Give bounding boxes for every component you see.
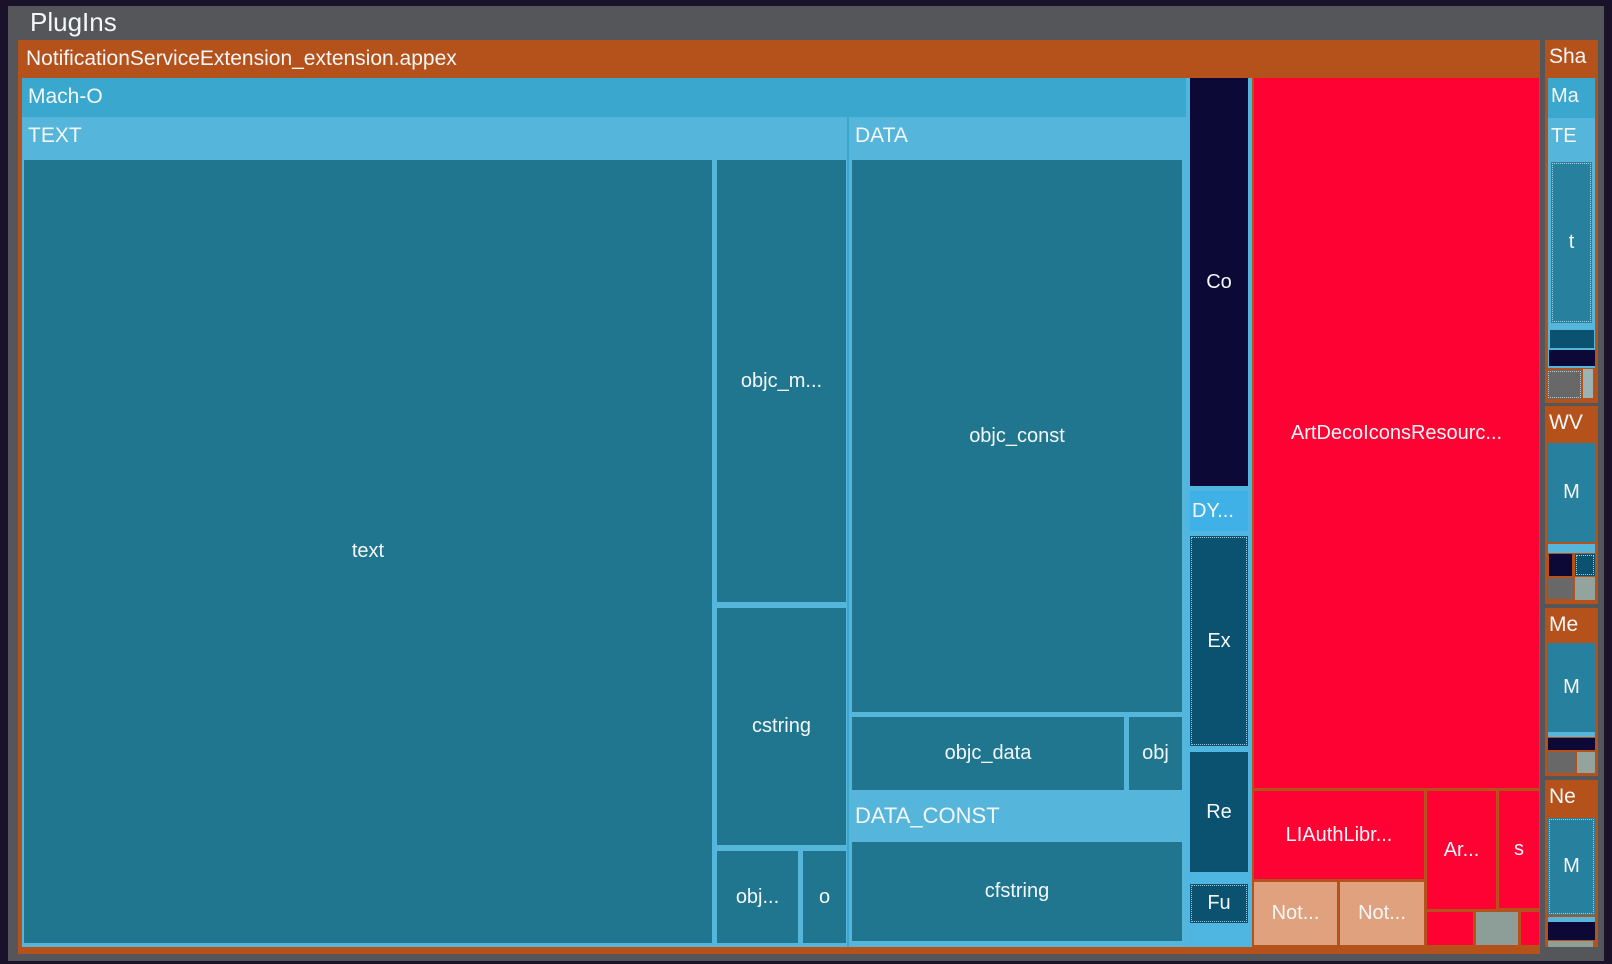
node-red-resource-b[interactable] bbox=[1521, 912, 1539, 945]
node-label-wv-macho: M bbox=[1563, 481, 1580, 504]
node-wv-dark-teal[interactable] bbox=[1575, 554, 1595, 576]
node-label-ne-macho: M bbox=[1563, 855, 1580, 878]
node-sha-dark-teal[interactable] bbox=[1550, 330, 1594, 348]
node-s-resource[interactable]: s bbox=[1499, 791, 1539, 908]
node-label-cfstring: cfstring bbox=[985, 880, 1049, 903]
node-dyld-info[interactable]: DY... bbox=[1190, 491, 1248, 531]
node-not-resource-1[interactable]: Not... bbox=[1254, 882, 1337, 945]
node-export-info[interactable]: Ex bbox=[1190, 536, 1248, 746]
node-sha-text-section[interactable]: t bbox=[1551, 162, 1592, 323]
node-text-section[interactable]: text bbox=[24, 160, 712, 943]
node-label-wv-appex: WV bbox=[1549, 411, 1583, 435]
node-label-objc-other: obj... bbox=[736, 886, 779, 909]
node-me-green[interactable] bbox=[1577, 752, 1595, 773]
node-me-macho[interactable]: M bbox=[1548, 643, 1595, 732]
node-artdeco-icons-resource[interactable]: ArtDecoIconsResourc... bbox=[1254, 78, 1539, 788]
node-wv-blue-strip[interactable] bbox=[1548, 544, 1595, 553]
node-me-gray[interactable] bbox=[1548, 752, 1575, 773]
node-label-text-section: text bbox=[352, 540, 384, 563]
node-label-macho: Mach-O bbox=[28, 85, 103, 109]
node-label-cstring: cstring bbox=[752, 715, 811, 738]
node-cfstring[interactable]: cfstring bbox=[852, 842, 1182, 941]
node-label-objc-const: objc_const bbox=[969, 425, 1065, 448]
node-ne-navy[interactable] bbox=[1548, 922, 1595, 940]
node-label-ar-resource: Ar... bbox=[1444, 839, 1480, 862]
node-label-not-resource-1: Not... bbox=[1272, 902, 1320, 925]
node-label-me-macho: M bbox=[1563, 676, 1580, 699]
node-wv-navy[interactable] bbox=[1549, 554, 1572, 576]
node-label-objc-data: objc_data bbox=[945, 742, 1032, 765]
node-label-o-section: o bbox=[819, 886, 830, 909]
node-label-me-appex: Me bbox=[1549, 613, 1578, 637]
node-label-data-segment: DATA bbox=[855, 124, 908, 148]
node-label-export-info: Ex bbox=[1207, 630, 1230, 653]
node-ne-macho[interactable]: M bbox=[1548, 818, 1595, 915]
node-not-resource-2[interactable]: Not... bbox=[1340, 882, 1424, 945]
treemap-canvas: PlugIns NotificationServiceExtension_exte… bbox=[0, 0, 1612, 964]
node-label-sha-text-section: t bbox=[1569, 231, 1575, 254]
node-rebase-info[interactable]: Re bbox=[1190, 752, 1248, 872]
node-me-blue-strip[interactable] bbox=[1548, 732, 1595, 737]
node-label-dyld-info: DY... bbox=[1190, 500, 1234, 523]
node-wv-green[interactable] bbox=[1575, 577, 1595, 600]
node-ne-green[interactable] bbox=[1548, 941, 1593, 947]
node-me-navy[interactable] bbox=[1548, 738, 1595, 750]
node-label-code-signature: Co bbox=[1206, 271, 1232, 294]
node-label-sha-text-segment: TE bbox=[1551, 125, 1577, 148]
node-label-function-starts: Fu bbox=[1207, 892, 1230, 915]
node-red-resource-a[interactable] bbox=[1427, 912, 1473, 945]
node-objc-other[interactable]: obj... bbox=[717, 851, 798, 943]
node-wv-macho[interactable]: M bbox=[1548, 443, 1595, 542]
node-function-starts[interactable]: Fu bbox=[1190, 884, 1248, 923]
node-liauth-library[interactable]: LIAuthLibr... bbox=[1254, 791, 1424, 879]
node-label-sha-macho: Ma bbox=[1551, 85, 1579, 108]
node-gray-resource-a[interactable] bbox=[1476, 912, 1518, 945]
node-label-appex: NotificationServiceExtension_extension.a… bbox=[26, 47, 457, 71]
node-label-ne-appex: Ne bbox=[1549, 785, 1576, 809]
node-label-plugins: PlugIns bbox=[30, 8, 117, 38]
node-label-obj-small: obj bbox=[1142, 742, 1169, 765]
node-wv-gray[interactable] bbox=[1548, 578, 1573, 599]
node-o-section[interactable]: o bbox=[803, 851, 846, 943]
node-label-rebase-info: Re bbox=[1206, 801, 1232, 824]
node-label-text-segment: TEXT bbox=[28, 124, 82, 148]
node-objc-data[interactable]: objc_data bbox=[852, 717, 1124, 790]
node-obj-small[interactable]: obj bbox=[1129, 717, 1182, 790]
node-label-objc-methname: objc_m... bbox=[741, 370, 822, 393]
node-sha-macho[interactable]: Ma bbox=[1548, 78, 1595, 118]
node-label-artdeco-icons-resource: ArtDecoIconsResourc... bbox=[1291, 422, 1502, 445]
node-objc-const[interactable]: objc_const bbox=[852, 160, 1182, 712]
node-label-liauth-library: LIAuthLibr... bbox=[1286, 824, 1393, 847]
node-cstring[interactable]: cstring bbox=[717, 608, 846, 845]
node-sha-accent[interactable] bbox=[1583, 369, 1593, 398]
node-label-not-resource-2: Not... bbox=[1358, 902, 1406, 925]
node-label-s-resource: s bbox=[1514, 838, 1524, 861]
node-label-sha-appex: Sha bbox=[1549, 45, 1586, 69]
node-label-data-const-segment: DATA_CONST bbox=[855, 803, 1000, 828]
node-objc-methname[interactable]: objc_m... bbox=[717, 160, 846, 602]
node-ar-resource[interactable]: Ar... bbox=[1427, 791, 1496, 909]
node-code-signature[interactable]: Co bbox=[1190, 78, 1248, 486]
node-sha-gray[interactable] bbox=[1547, 370, 1582, 399]
node-sha-navy[interactable] bbox=[1549, 350, 1595, 366]
